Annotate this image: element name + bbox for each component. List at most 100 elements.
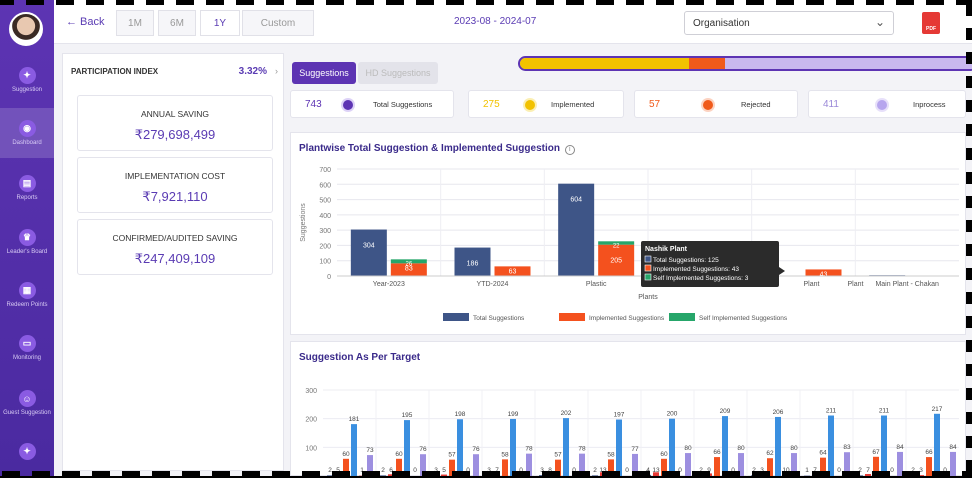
bar-data-label: 211 xyxy=(826,408,837,415)
tooltip-line: Total Suggestions: 125 xyxy=(653,257,719,264)
y-tick-label: 100 xyxy=(305,445,317,452)
date-range: 2023-08 - 2024-07 xyxy=(454,16,536,27)
bar-data-label: 62 xyxy=(766,450,774,457)
bar-data-label: 0 xyxy=(519,467,523,474)
back-button[interactable]: ← Back xyxy=(66,16,105,28)
tooltip-swatch xyxy=(645,256,651,262)
legend-swatch xyxy=(669,313,695,321)
edge-notch xyxy=(122,471,140,476)
sidebar-item-label: Reports xyxy=(16,195,37,201)
y-tick-label: 300 xyxy=(319,228,331,235)
edge-notch xyxy=(242,471,260,476)
y-tick-label: 200 xyxy=(305,417,317,424)
bar-data-label: 2 xyxy=(593,467,597,474)
bar-data-label: 0 xyxy=(572,467,576,474)
bar-data-label: 84 xyxy=(949,444,957,451)
sidebar-item-label: Dashboard xyxy=(12,140,41,146)
participation-index-value: 3.32% xyxy=(239,66,267,77)
target-bar xyxy=(714,457,720,476)
bar-data-label: 2 xyxy=(328,467,332,474)
x-tick-label: Plastic xyxy=(586,281,607,288)
stat-label: Implemented xyxy=(551,100,594,109)
target-bar xyxy=(873,457,879,476)
bar-data-label: 60 xyxy=(395,451,403,458)
target-bar xyxy=(563,418,569,476)
y-tick-label: 200 xyxy=(319,243,331,250)
guest-icon: ☺ xyxy=(19,390,36,407)
organisation-select[interactable]: Organisation ⌄ xyxy=(684,11,894,35)
bar-data-label: 10 xyxy=(782,467,790,474)
chevron-right-icon[interactable]: › xyxy=(275,66,278,76)
bar-data-label: 3 xyxy=(919,467,923,474)
audited-saving-card: CONFIRMED/AUDITED SAVING ₹247,409,109 xyxy=(77,219,273,275)
x-tick-label: Plant xyxy=(848,281,864,288)
legend-swatch xyxy=(559,313,585,321)
bar-data-label: 3 xyxy=(487,467,491,474)
bar-data-label: 8 xyxy=(548,467,552,474)
bar-data-label: 186 xyxy=(467,261,479,268)
kpi-value: ₹7,921,110 xyxy=(78,189,272,205)
sidebar: ✦Suggestion◉Dashboard▤Reports♛Leader's B… xyxy=(0,0,54,476)
bar-data-label: 0 xyxy=(678,467,682,474)
target-chart-card: Suggestion As Per Target 100200300256018… xyxy=(290,341,966,476)
bar-data-label: 83 xyxy=(843,444,851,451)
implementation-cost-card: IMPLEMENTATION COST ₹7,921,110 xyxy=(77,157,273,213)
tooltip-pointer xyxy=(779,267,785,275)
y-tick-label: 600 xyxy=(319,182,331,189)
bar-data-label: 2 xyxy=(858,467,862,474)
stat-total[interactable]: 743 Total Suggestions xyxy=(290,90,454,118)
bar-data-label: 66 xyxy=(925,449,933,456)
target-bar xyxy=(767,458,773,476)
bar-data-label: 2 xyxy=(911,467,915,474)
target-bar xyxy=(449,460,455,476)
bar-data-label: 0 xyxy=(625,467,629,474)
stat-inprocess[interactable]: 411 Inprocess xyxy=(808,90,966,118)
target-bar xyxy=(632,454,638,476)
bar-data-label: 26 xyxy=(405,261,412,267)
target-bar xyxy=(934,414,940,476)
pdf-download-icon[interactable]: PDF xyxy=(922,12,940,34)
sidebar-item-label: Monitoring xyxy=(13,355,41,361)
sidebar-item-monitoring[interactable]: ▭Monitoring xyxy=(0,323,54,373)
summary-panel: PARTICIPATION INDEX 3.32% › ANNUAL SAVIN… xyxy=(62,53,284,471)
bar-data-label: 7 xyxy=(813,467,817,474)
sidebar-item-suggestion[interactable]: ✦Suggestion xyxy=(0,55,54,105)
stat-rejected[interactable]: 57 Rejected xyxy=(634,90,798,118)
range-1m-button[interactable]: 1M xyxy=(116,10,154,36)
bar-data-label: 58 xyxy=(607,451,615,458)
range-custom-button[interactable]: Custom xyxy=(242,10,314,36)
target-bar xyxy=(616,420,622,476)
bar-data-label: 76 xyxy=(472,446,480,453)
sidebar-item-label: Redeem Points xyxy=(6,302,47,308)
sidebar-item-extra[interactable]: ✦ xyxy=(0,428,54,478)
stat-value: 743 xyxy=(305,99,322,110)
tab-hd-suggestions[interactable]: HD Suggestions xyxy=(358,62,438,84)
bar-data-label: 2 xyxy=(752,467,756,474)
edge-notch xyxy=(966,76,972,88)
y-tick-label: 0 xyxy=(327,274,331,281)
stat-value: 57 xyxy=(649,99,660,110)
x-tick-label: YTD-2024 xyxy=(477,281,509,288)
stat-implemented[interactable]: 275 Implemented xyxy=(468,90,624,118)
target-bar xyxy=(669,419,675,476)
edge-notch xyxy=(92,471,110,476)
sidebar-item-guest-suggestion[interactable]: ☺Guest Suggestion xyxy=(0,378,54,428)
bar-data-label: 211 xyxy=(879,408,890,415)
tab-suggestions[interactable]: Suggestions xyxy=(292,62,356,84)
kpi-title: CONFIRMED/AUDITED SAVING xyxy=(78,233,272,243)
range-1y-button[interactable]: 1Y xyxy=(200,10,240,36)
range-6m-button[interactable]: 6M xyxy=(158,10,196,36)
gift-icon: ▦ xyxy=(19,282,36,299)
sidebar-item-reports[interactable]: ▤Reports xyxy=(0,163,54,213)
status-progress-bar xyxy=(518,56,972,71)
target-chart: 1002003002560181173266019507635571980763… xyxy=(291,342,967,477)
sidebar-item-dashboard[interactable]: ◉Dashboard xyxy=(0,108,54,158)
bar-data-label: 206 xyxy=(773,409,784,416)
sidebar-item-leader-s-board[interactable]: ♛Leader's Board xyxy=(0,217,54,267)
target-bar xyxy=(526,454,532,476)
sidebar-item-redeem-points[interactable]: ▦ Redeem Points xyxy=(0,270,54,320)
target-bar xyxy=(791,453,797,476)
plantwise-chart-card: Plantwise Total Suggestion & Implemented… xyxy=(290,132,966,335)
bar-data-label: 5 xyxy=(336,467,340,474)
avatar[interactable] xyxy=(9,12,43,46)
